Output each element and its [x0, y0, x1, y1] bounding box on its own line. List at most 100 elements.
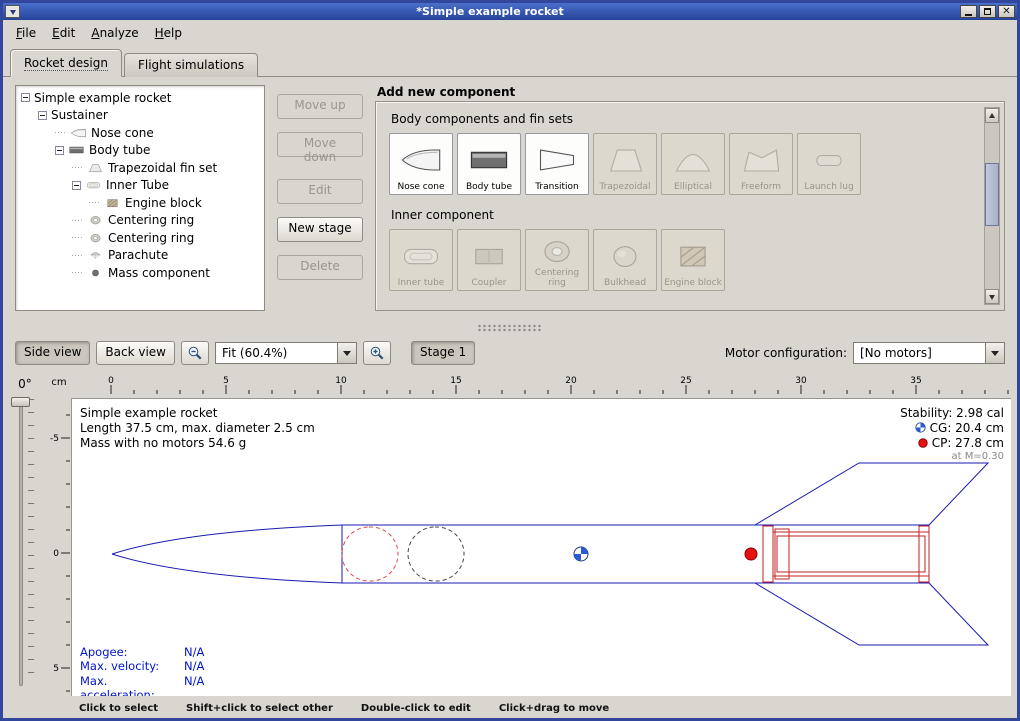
scroll-up-button[interactable]: [985, 108, 999, 123]
stability-info: Stability: 2.98 cal CG: 20.4 cm CP: 27.8…: [900, 405, 1004, 463]
flight-row-max-velocity: Max. velocity:N/A: [80, 659, 204, 674]
tree-item-trapezoidal-fin-set[interactable]: Trapezoidal fin set: [16, 159, 264, 177]
rocket-name: Simple example rocket: [80, 406, 315, 421]
component-button-label: Trapezoidal: [599, 182, 650, 192]
centering-ring-forward-shape[interactable]: [763, 526, 773, 582]
mass-component-shape[interactable]: [408, 527, 464, 581]
tab-flight-simulations[interactable]: Flight simulations: [124, 53, 258, 77]
magnifier-plus-icon: [369, 345, 385, 361]
svg-text:5: 5: [223, 376, 229, 386]
tree-line: [72, 255, 84, 256]
design-canvas[interactable]: Simple example rocket Length 37.5 cm, ma…: [71, 398, 1011, 696]
scrollbar-track[interactable]: [985, 123, 999, 289]
centeringring-icon: [87, 232, 104, 244]
trapezoidal-icon: [603, 145, 647, 175]
tree-item-centering-ring-8[interactable]: Centering ring: [16, 229, 264, 247]
scroll-down-button[interactable]: [985, 289, 999, 304]
add-trapezoidal-button[interactable]: Trapezoidal: [593, 133, 657, 195]
zoom-in-button[interactable]: [363, 341, 391, 365]
tree-expander-icon[interactable]: [21, 93, 30, 102]
tree-item-inner-tube[interactable]: Inner Tube: [16, 177, 264, 195]
tree-item-body-tube[interactable]: Body tube: [16, 142, 264, 160]
tab-bar: Rocket designFlight simulations: [3, 45, 1017, 77]
tree-line: [55, 132, 67, 133]
tree-item-sustainer[interactable]: Sustainer: [16, 107, 264, 125]
maximize-button[interactable]: [979, 5, 996, 18]
back-view-button[interactable]: Back view: [96, 341, 175, 365]
centering-ring-aft-shape[interactable]: [919, 526, 929, 582]
tab-rocket-design[interactable]: Rocket design: [10, 49, 122, 77]
component-button-label: Freeform: [741, 182, 781, 192]
menu-bar: FileEditAnalyzeHelp: [3, 20, 1017, 45]
tree-item-mass-component[interactable]: Mass component: [16, 264, 264, 282]
tree-expander-icon[interactable]: [38, 111, 47, 120]
flight-label: Max. acceleration:: [80, 674, 184, 689]
add-freeform-button[interactable]: Freeform: [729, 133, 793, 195]
add-launch-lug-button[interactable]: Launch lug: [797, 133, 861, 195]
minimize-button[interactable]: [960, 5, 977, 18]
menu-file[interactable]: File: [8, 23, 44, 43]
minimize-icon: [965, 14, 972, 16]
add-centering-ring-button[interactable]: Centering ring: [525, 229, 589, 291]
body-tube-shape[interactable]: [342, 525, 929, 583]
component-scrollbar[interactable]: [984, 107, 1000, 305]
menu-help[interactable]: Help: [147, 23, 190, 43]
scrollbar-thumb[interactable]: [985, 163, 999, 226]
vertical-ruler: -505: [47, 398, 71, 696]
maximize-icon: [984, 8, 991, 15]
add-body-tube-button[interactable]: Body tube: [457, 133, 521, 195]
inner-tube-shape[interactable]: [773, 532, 929, 576]
app-window: *Simple example rocket ✕ FileEditAnalyze…: [0, 0, 1020, 721]
fin-lower-shape[interactable]: [755, 583, 988, 645]
flight-value: N/A: [184, 674, 204, 689]
zoom-select[interactable]: Fit (60.4%): [215, 342, 357, 364]
motor-dropdown-arrow-icon[interactable]: [985, 343, 1004, 363]
add-elliptical-button[interactable]: Elliptical: [661, 133, 725, 195]
tree-line: [72, 220, 84, 221]
nose-cone-shape[interactable]: [112, 525, 342, 583]
tree-item-simple-example-rocket[interactable]: Simple example rocket: [16, 89, 264, 107]
nosecone-icon: [399, 145, 443, 175]
hint-double-click-to-edit: Double-click to edit: [361, 703, 471, 714]
menu-edit[interactable]: Edit: [44, 23, 83, 43]
add-nose-cone-button[interactable]: Nose cone: [389, 133, 453, 195]
tree-item-centering-ring-7[interactable]: Centering ring: [16, 212, 264, 230]
edit-button[interactable]: Edit: [277, 179, 363, 204]
add-inner-tube-button[interactable]: Inner tube: [389, 229, 453, 291]
tree-item-nose-cone[interactable]: Nose cone: [16, 124, 264, 142]
rocket-info: Simple example rocket Length 37.5 cm, ma…: [80, 406, 315, 451]
tree-expander-icon[interactable]: [55, 146, 64, 155]
fin-upper-shape[interactable]: [755, 463, 988, 525]
panel-splitter[interactable]: [3, 321, 1017, 335]
window-menu-icon[interactable]: [5, 5, 20, 18]
elliptical-icon: [671, 145, 715, 175]
close-button[interactable]: ✕: [998, 5, 1015, 18]
add-bulkhead-button[interactable]: Bulkhead: [593, 229, 657, 291]
menu-analyze[interactable]: Analyze: [83, 23, 146, 43]
tree-expander-icon[interactable]: [72, 181, 81, 190]
move-down-button[interactable]: Move down: [277, 132, 363, 157]
flight-label: Max. velocity:: [80, 659, 184, 674]
slider-track[interactable]: [19, 397, 23, 686]
side-view-button[interactable]: Side view: [15, 341, 90, 365]
rotation-slider[interactable]: [9, 395, 41, 688]
motor-configuration-select[interactable]: [No motors]: [853, 342, 1005, 364]
tree-item-engine-block[interactable]: Engine block: [16, 194, 264, 212]
stage-1-toggle[interactable]: Stage 1: [411, 341, 475, 365]
parachute-shape[interactable]: [342, 527, 398, 581]
flight-value: N/A: [184, 659, 204, 674]
tree-item-label: Sustainer: [51, 108, 108, 122]
zoom-out-button[interactable]: [181, 341, 209, 365]
move-up-button[interactable]: Move up: [277, 94, 363, 119]
delete-button[interactable]: Delete: [277, 255, 363, 280]
add-engine-block-button[interactable]: Engine block: [661, 229, 725, 291]
tree-item-parachute[interactable]: Parachute: [16, 247, 264, 265]
add-transition-button[interactable]: Transition: [525, 133, 589, 195]
zoom-dropdown-arrow-icon[interactable]: [337, 343, 356, 363]
add-coupler-button[interactable]: Coupler: [457, 229, 521, 291]
title-bar[interactable]: *Simple example rocket ✕: [3, 3, 1017, 20]
new-stage-button[interactable]: New stage: [277, 217, 363, 242]
component-groups: Body components and fin setsNose coneBod…: [389, 112, 974, 291]
slider-thumb[interactable]: [11, 397, 30, 407]
hint-click-drag-to-move: Click+drag to move: [499, 703, 609, 714]
